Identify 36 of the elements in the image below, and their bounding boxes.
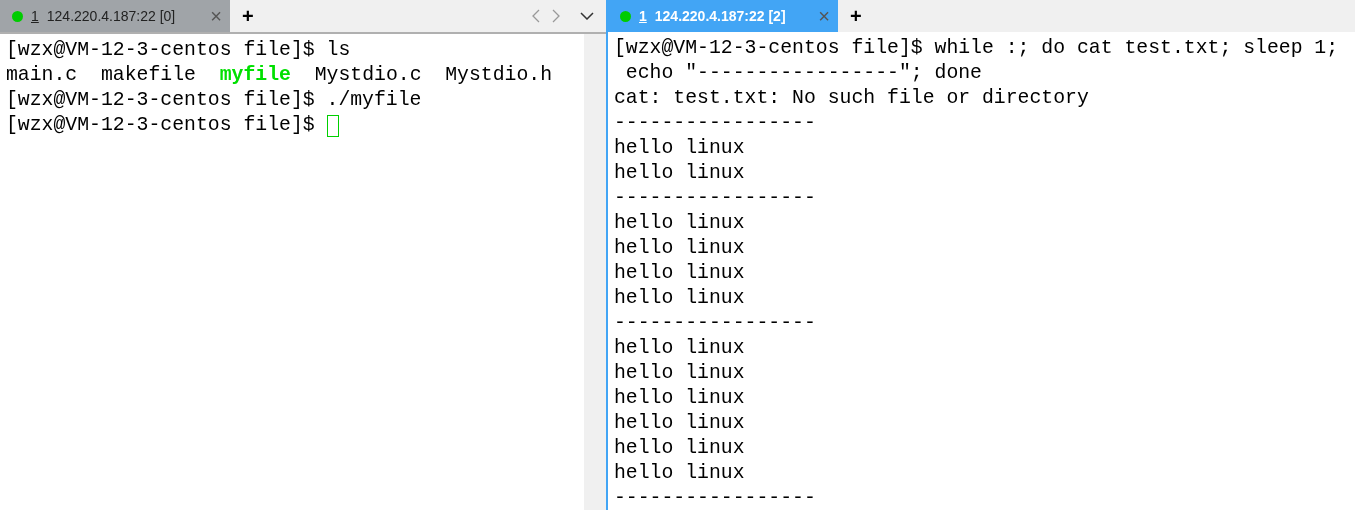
- new-tab-button[interactable]: +: [838, 0, 874, 32]
- terminal-text: [wzx@VM-12-3-centos file]$ while :; do cat test.txt; sleep 1;: [614, 36, 1339, 61]
- tab-number: 1: [639, 6, 647, 26]
- session-tab[interactable]: 1 124.220.4.187:22 [0] ×: [0, 0, 230, 32]
- terminal-text: -----------------: [614, 186, 816, 211]
- terminal-text: hello linux: [614, 211, 745, 236]
- terminal-text: hello linux: [614, 261, 745, 286]
- terminal-text: [wzx@VM-12-3-centos file]$: [6, 113, 316, 138]
- executable-name: myfile: [219, 63, 291, 88]
- terminal-text: hello linux: [614, 361, 745, 386]
- terminal-text: hello linux: [614, 411, 745, 436]
- terminal-text: cat: test.txt: No such file or directory: [614, 86, 1089, 111]
- tab-number: 1: [31, 6, 39, 26]
- terminal-text: hello linux: [614, 161, 745, 186]
- terminal-text: hello linux: [614, 136, 745, 161]
- terminal-text: -----------------: [614, 111, 816, 136]
- terminal-text: [wzx@VM-12-3-centos file]$ ls: [6, 38, 351, 63]
- chevron-right-icon[interactable]: [552, 9, 560, 23]
- terminal-text: main.c makefile: [6, 63, 197, 88]
- terminal-text: -----------------: [614, 486, 816, 510]
- terminal-text: hello linux: [614, 286, 745, 311]
- new-tab-button[interactable]: +: [230, 0, 266, 32]
- chevron-left-icon[interactable]: [532, 9, 540, 23]
- tab-title: 124.220.4.187:22 [0]: [46, 6, 176, 26]
- terminal-text: [wzx@VM-12-3-centos file]$ ./myfile: [6, 88, 422, 113]
- scrollbar[interactable]: [584, 34, 606, 510]
- tab-title: 124.220.4.187:22 [2]: [654, 6, 786, 26]
- terminal-text: Mystdio.c Mystdio.h: [313, 63, 553, 88]
- terminal-text: hello linux: [614, 236, 745, 261]
- terminal-text: echo "-----------------"; done: [624, 61, 982, 86]
- terminal-text: hello linux: [614, 436, 745, 461]
- terminal-text: hello linux: [614, 461, 745, 486]
- terminal-text: -----------------: [614, 311, 816, 336]
- chevron-down-icon[interactable]: [580, 12, 594, 20]
- terminal-text: hello linux: [614, 336, 745, 361]
- terminal-text: hello linux: [614, 386, 745, 411]
